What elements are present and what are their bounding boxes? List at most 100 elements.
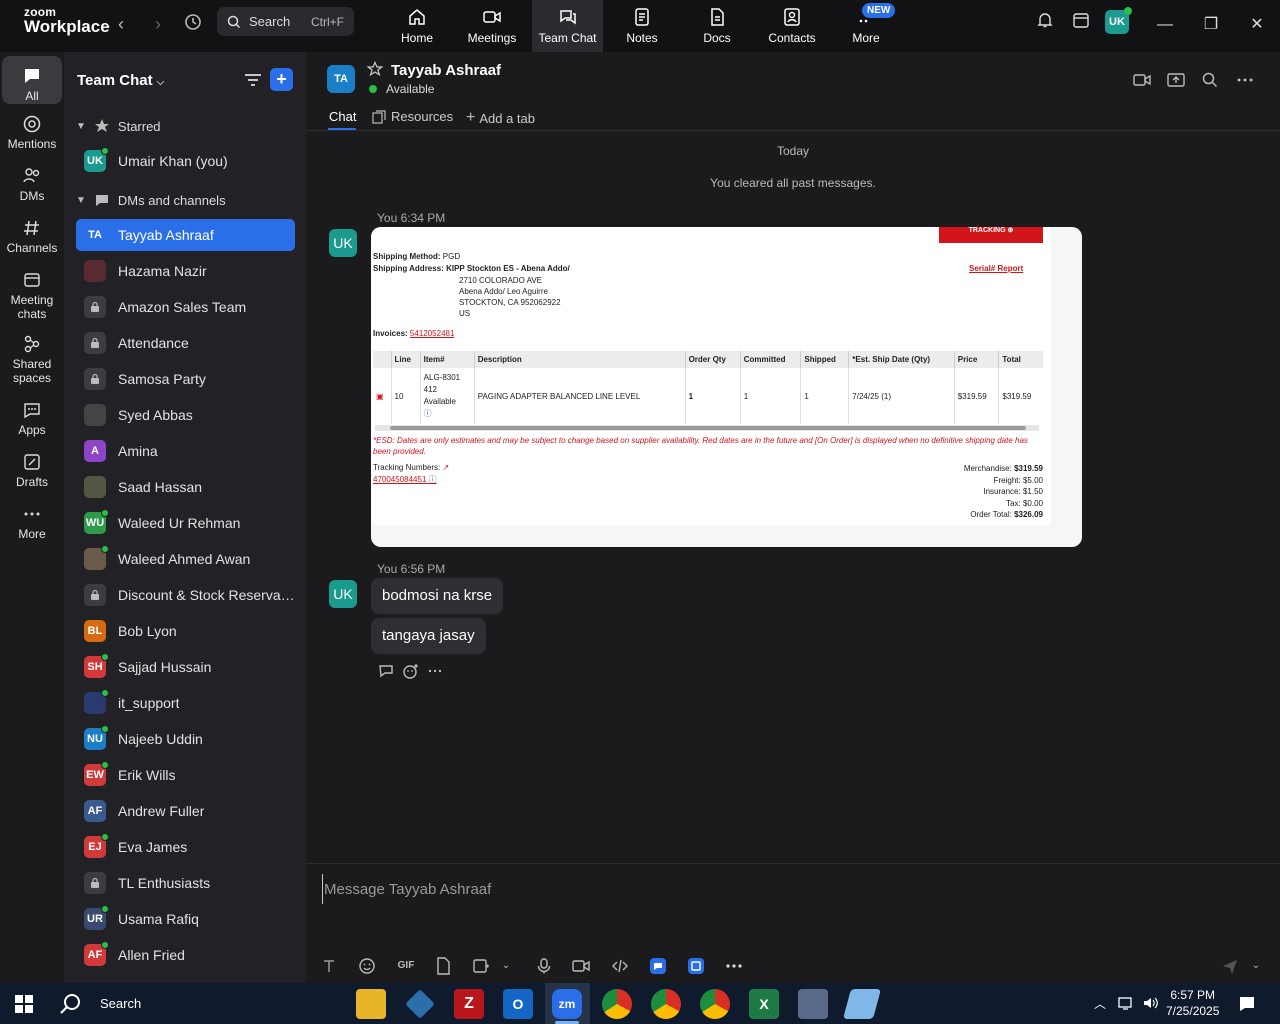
rail-drafts[interactable]: Drafts — [2, 452, 62, 489]
sidebar-item[interactable]: Samosa Party — [76, 363, 295, 395]
sidebar-item[interactable]: A Amina — [76, 435, 295, 467]
tray-chevron-up-icon[interactable]: ︿ — [1094, 995, 1106, 1012]
rail-dms[interactable]: DMs — [2, 166, 62, 203]
rail-channels[interactable]: Channels — [2, 218, 62, 255]
sender-avatar[interactable]: UK — [329, 580, 357, 608]
filezilla-icon[interactable]: Z — [454, 989, 484, 1019]
chrome-icon[interactable] — [602, 989, 632, 1019]
sidebar-item[interactable]: SH Sajjad Hussain — [76, 651, 295, 683]
contact-avatar[interactable]: TA — [327, 65, 355, 93]
chrome-profile-2-icon[interactable] — [700, 989, 730, 1019]
section-dms-channels[interactable]: ▼ DMs and channels — [76, 192, 226, 208]
sidebar-item[interactable]: UK Umair Khan (you) — [76, 145, 295, 177]
taskbar-search[interactable]: Search — [58, 983, 141, 1024]
volume-icon[interactable] — [1142, 995, 1160, 1011]
app-notes-icon[interactable] — [842, 989, 882, 1019]
image-attachment[interactable]: TRACKING ⊕ Shipping Method: PGD Shipping… — [371, 227, 1082, 547]
add-reaction-icon[interactable] — [402, 662, 420, 680]
global-search[interactable]: Search Ctrl+F — [217, 7, 354, 36]
sidebar-item[interactable]: WU Waleed Ur Rehman — [76, 507, 295, 539]
new-chat-button[interactable]: + — [270, 68, 293, 91]
sidebar-item[interactable]: Syed Abbas — [76, 399, 295, 431]
share-screen-icon[interactable] — [1166, 70, 1186, 90]
sidebar-item[interactable]: it_support — [76, 687, 295, 719]
tab-home[interactable]: Home — [388, 0, 446, 52]
tab-chat[interactable]: Chat — [329, 109, 356, 124]
video-message-icon[interactable] — [571, 956, 591, 976]
close-icon[interactable]: ✕ — [1242, 10, 1272, 40]
sidebar-item[interactable]: Attendance — [76, 327, 295, 359]
star-outline-icon[interactable] — [367, 61, 383, 77]
bell-icon[interactable] — [1030, 10, 1060, 40]
video-call-icon[interactable] — [1132, 70, 1152, 90]
sidebar-item[interactable]: AF Andrew Fuller — [76, 795, 295, 827]
text-format-icon[interactable] — [319, 956, 339, 976]
message-bubble[interactable]: bodmosi na krse — [371, 578, 504, 614]
rail-all[interactable]: All — [2, 56, 62, 104]
message-input[interactable] — [322, 874, 1252, 904]
sidebar-item[interactable]: UR Usama Rafiq — [76, 903, 295, 935]
send-options-chevron-icon[interactable]: ⌄ — [1246, 956, 1266, 976]
sidebar-item[interactable]: EJ Eva James — [76, 831, 295, 863]
sidebar-item[interactable]: BL Bob Lyon — [76, 615, 295, 647]
outlook-icon[interactable]: O — [503, 989, 533, 1019]
send-icon[interactable] — [1220, 956, 1240, 976]
rail-shared-spaces[interactable]: Shared spaces — [2, 334, 62, 385]
tab-resources[interactable]: Resources — [372, 109, 453, 124]
code-snippet-icon[interactable] — [610, 956, 630, 976]
restore-icon[interactable]: ❐ — [1196, 10, 1226, 40]
network-icon[interactable] — [1118, 995, 1136, 1011]
sidebar-item[interactable]: Amazon Sales Team — [76, 291, 295, 323]
rail-meeting-chats[interactable]: Meeting chats — [2, 270, 62, 321]
excel-icon[interactable]: X — [749, 989, 779, 1019]
tab-docs[interactable]: Docs — [697, 0, 737, 52]
app-diamond-icon[interactable] — [405, 989, 435, 1019]
sidebar-item[interactable]: Waleed Ahmed Awan — [76, 543, 295, 575]
forward-arrow-icon[interactable]: › — [146, 12, 170, 36]
tab-team-chat[interactable]: Team Chat — [532, 0, 603, 52]
more-tools-icon[interactable] — [724, 956, 744, 976]
sidebar-item[interactable]: Discount & Stock Reservati... — [76, 579, 295, 611]
sidebar-item[interactable]: AF Allen Fried — [76, 939, 295, 971]
sidebar-item[interactable]: NU Najeeb Uddin — [76, 723, 295, 755]
calculator-icon[interactable] — [798, 989, 828, 1019]
tab-meetings[interactable]: Meetings — [462, 0, 522, 52]
section-starred[interactable]: ▼ Starred — [76, 118, 161, 134]
message-more-icon[interactable] — [426, 662, 444, 680]
contact-name[interactable]: Tayyab Ashraaf — [391, 62, 501, 79]
windows-start-icon[interactable] — [15, 995, 33, 1013]
back-arrow-icon[interactable]: ‹ — [109, 12, 133, 36]
zoom-taskbar-active[interactable]: zm — [545, 983, 590, 1024]
file-icon[interactable] — [433, 956, 453, 976]
filter-icon[interactable] — [242, 69, 264, 91]
tab-add[interactable]: + Add a tab — [466, 109, 535, 127]
calendar-icon[interactable] — [1066, 10, 1096, 40]
message-bubble[interactable]: tangaya jasay — [371, 618, 486, 654]
minimize-icon[interactable]: — — [1150, 10, 1180, 40]
profile-avatar[interactable]: UK — [1105, 7, 1132, 34]
history-icon[interactable] — [181, 12, 205, 36]
sidebar-item[interactable]: Hazama Nazir — [76, 255, 295, 287]
gif-button[interactable]: GIF — [394, 956, 418, 976]
rail-apps[interactable]: Apps — [2, 400, 62, 437]
chevron-down-icon[interactable]: ⌄ — [496, 956, 516, 976]
search-icon[interactable] — [1200, 70, 1220, 90]
app-chat-icon[interactable] — [648, 956, 668, 976]
chrome-profile-icon[interactable] — [651, 989, 681, 1019]
file-explorer-icon[interactable] — [356, 989, 386, 1019]
sidebar-title[interactable]: Team Chat ⌵ — [77, 72, 164, 89]
rail-mentions[interactable]: Mentions — [2, 114, 62, 151]
notifications-icon[interactable] — [1238, 995, 1256, 1013]
tab-notes[interactable]: Notes — [620, 0, 664, 52]
emoji-icon[interactable] — [357, 956, 377, 976]
sidebar-item[interactable]: TA Tayyab Ashraaf — [76, 219, 295, 251]
app-zoom-icon[interactable] — [686, 956, 706, 976]
screenshot-icon[interactable] — [471, 956, 491, 976]
system-clock[interactable]: 6:57 PM 7/25/2025 — [1166, 987, 1219, 1019]
more-options-icon[interactable] — [1235, 70, 1255, 90]
microphone-icon[interactable] — [534, 956, 554, 976]
reply-icon[interactable] — [377, 662, 395, 680]
tab-contacts[interactable]: Contacts — [766, 0, 818, 52]
sidebar-item[interactable]: Saad Hassan — [76, 471, 295, 503]
sidebar-item[interactable]: TL Enthusiasts — [76, 867, 295, 899]
